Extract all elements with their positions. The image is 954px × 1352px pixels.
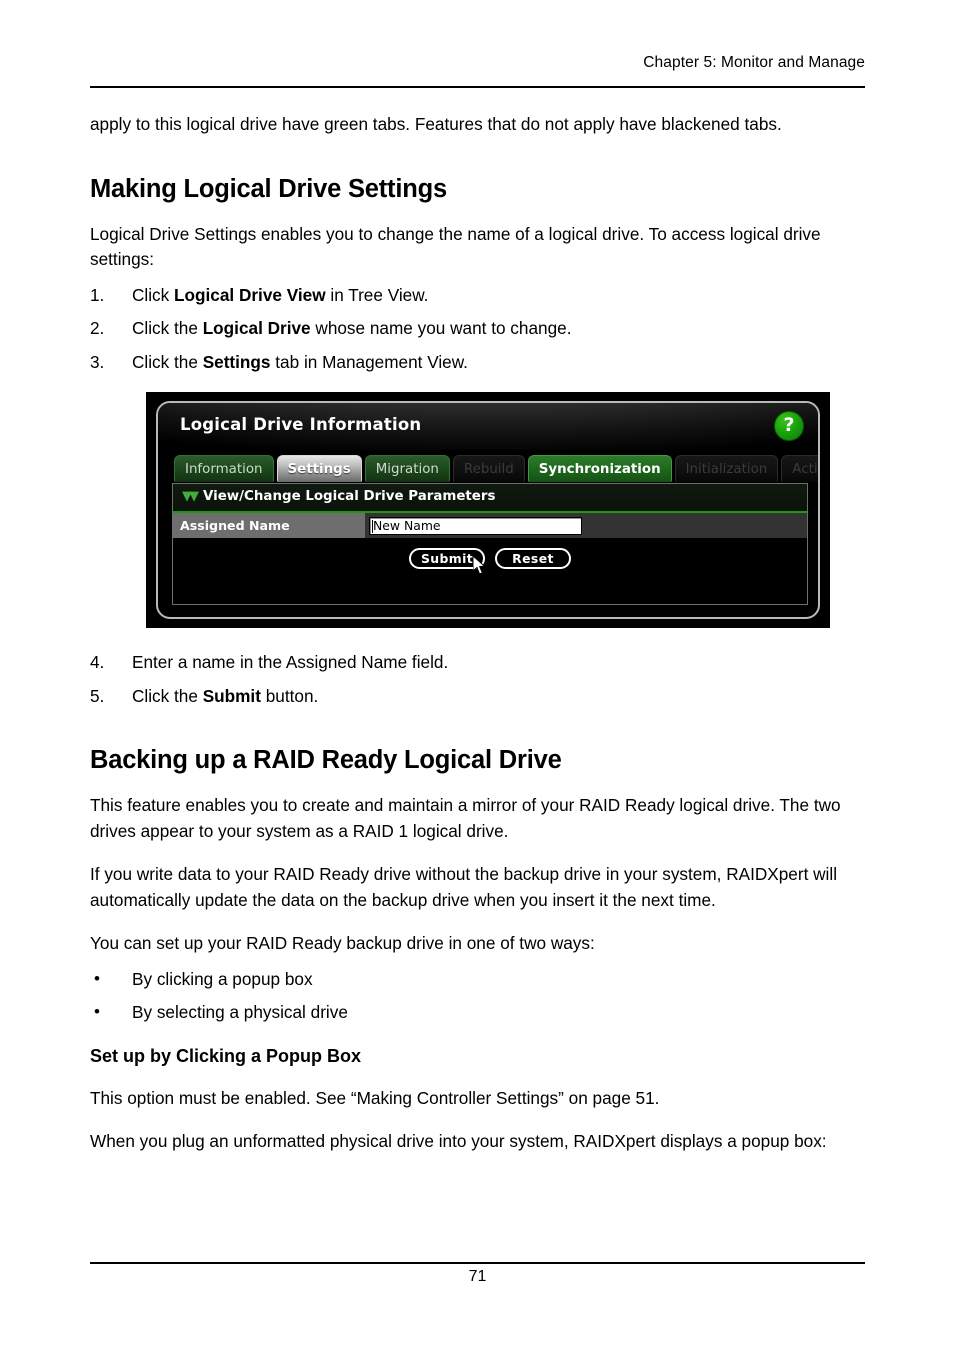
step-number: 4. xyxy=(90,652,105,672)
section2-para1: This feature enables you to create and m… xyxy=(90,795,841,841)
list-item: 5. Click the Submit button. xyxy=(90,684,870,710)
step-text-bold: Settings xyxy=(202,351,271,372)
submit-button[interactable]: Submit xyxy=(409,548,485,569)
step-number: 2. xyxy=(90,318,105,338)
page-title: Making Logical Drive Settings xyxy=(90,174,447,203)
tab-activate: Activate xyxy=(781,455,818,482)
list-item: 1. Click Logical Drive View in Tree View… xyxy=(90,283,870,309)
raidxpert-screenshot-figure: Logical Drive Information ? Information … xyxy=(146,392,830,628)
panel-body: ▼▼ View/Change Logical Drive Parameters … xyxy=(172,483,808,605)
step-text-post: button. xyxy=(260,685,319,706)
bullet-icon: • xyxy=(94,968,100,988)
help-icon[interactable]: ? xyxy=(774,411,804,441)
bullet-text: By clicking a popup box xyxy=(132,968,313,989)
chevron-double-down-icon[interactable]: ▼▼ xyxy=(182,490,199,503)
step-number: 5. xyxy=(90,685,105,706)
list-item: 4. Enter a name in the Assigned Name fie… xyxy=(90,650,870,676)
tab-initialization: Initialization xyxy=(674,455,779,482)
step-text-pre: Click the xyxy=(132,318,203,338)
tab-information[interactable]: Information xyxy=(174,455,274,482)
page-content-lower: 4. Enter a name in the Assigned Name fie… xyxy=(90,650,870,1155)
step-text-post: in Tree View. xyxy=(325,284,429,305)
tab-migration[interactable]: Migration xyxy=(364,455,450,482)
form-button-row: Submit Reset xyxy=(173,548,807,569)
section2-para5: When you plug an unformatted physical dr… xyxy=(90,1131,827,1151)
chapter-header-text: Chapter 5: Monitor and Manage xyxy=(643,54,865,71)
logical-drive-information-panel: Logical Drive Information ? Information … xyxy=(156,401,820,619)
section2-subheading: Set up by Clicking a Popup Box xyxy=(90,1045,362,1066)
assigned-name-input-wrap: New Name xyxy=(365,513,807,538)
step-text-post: tab in Management View. xyxy=(270,351,468,372)
parameters-section-header[interactable]: ▼▼ View/Change Logical Drive Parameters xyxy=(173,484,807,513)
list-item: 3. Click the Settings tab in Management … xyxy=(90,350,870,376)
steps-list-after: 4. Enter a name in the Assigned Name fie… xyxy=(90,650,870,709)
panel-title: Logical Drive Information xyxy=(180,415,422,434)
step-text-bold: Submit xyxy=(202,685,261,706)
bullet-text: By selecting a physical drive xyxy=(132,1002,348,1022)
tab-rebuild: Rebuild xyxy=(452,455,525,482)
step-text-bold: Logical Drive xyxy=(202,318,311,338)
section1-intro: Logical Drive Settings enables you to ch… xyxy=(90,223,821,270)
tab-synchronization[interactable]: Synchronization xyxy=(527,455,672,482)
step-number: 3. xyxy=(90,351,105,372)
page-content: apply to this logical drive have green t… xyxy=(90,112,870,383)
list-item: 2. Click the Logical Drive whose name yo… xyxy=(90,316,870,342)
step-text-pre: Click the xyxy=(132,351,203,372)
assigned-name-input[interactable]: New Name xyxy=(369,516,582,535)
steps-list-before: 1. Click Logical Drive View in Tree View… xyxy=(90,283,870,376)
header-rule xyxy=(90,86,865,88)
running-header: Chapter 5: Monitor and Manage xyxy=(90,54,865,88)
footer-rule xyxy=(90,1262,865,1264)
text-caret xyxy=(372,519,373,533)
assigned-name-value: New Name xyxy=(373,518,441,533)
section2-para4: This option must be enabled. See “Making… xyxy=(90,1087,660,1108)
page-number: 71 xyxy=(468,1268,487,1285)
panel-titlebar: Logical Drive Information ? xyxy=(158,403,818,450)
section2-para3: You can set up your RAID Ready backup dr… xyxy=(90,933,595,953)
assigned-name-label: Assigned Name xyxy=(173,513,365,538)
bullet-icon: • xyxy=(94,1002,100,1021)
section2-para2: If you write data to your RAID Ready dri… xyxy=(90,864,838,910)
intro-paragraph: apply to this logical drive have green t… xyxy=(90,114,782,134)
step-text-pre: Enter a name in the Assigned Name field. xyxy=(132,652,449,672)
step-text-post: whose name you want to change. xyxy=(310,318,572,338)
step-text-pre: Click the xyxy=(132,685,203,706)
step-text-bold: Logical Drive View xyxy=(174,284,326,305)
tab-bar: Information Settings Migration Rebuild S… xyxy=(174,455,818,482)
parameters-section-label: View/Change Logical Drive Parameters xyxy=(203,489,496,504)
step-number: 1. xyxy=(90,284,105,305)
reset-button[interactable]: Reset xyxy=(495,548,571,569)
document-page: Chapter 5: Monitor and Manage apply to t… xyxy=(0,0,954,1352)
step-text-pre: Click xyxy=(132,284,175,305)
assigned-name-row: Assigned Name New Name xyxy=(173,513,807,538)
setup-options-list: • By clicking a popup box • By selecting… xyxy=(90,967,870,1026)
section2-heading: Backing up a RAID Ready Logical Drive xyxy=(90,746,562,774)
tab-settings[interactable]: Settings xyxy=(276,455,362,482)
list-item: • By selecting a physical drive xyxy=(90,1000,870,1026)
list-item: • By clicking a popup box xyxy=(90,967,870,993)
